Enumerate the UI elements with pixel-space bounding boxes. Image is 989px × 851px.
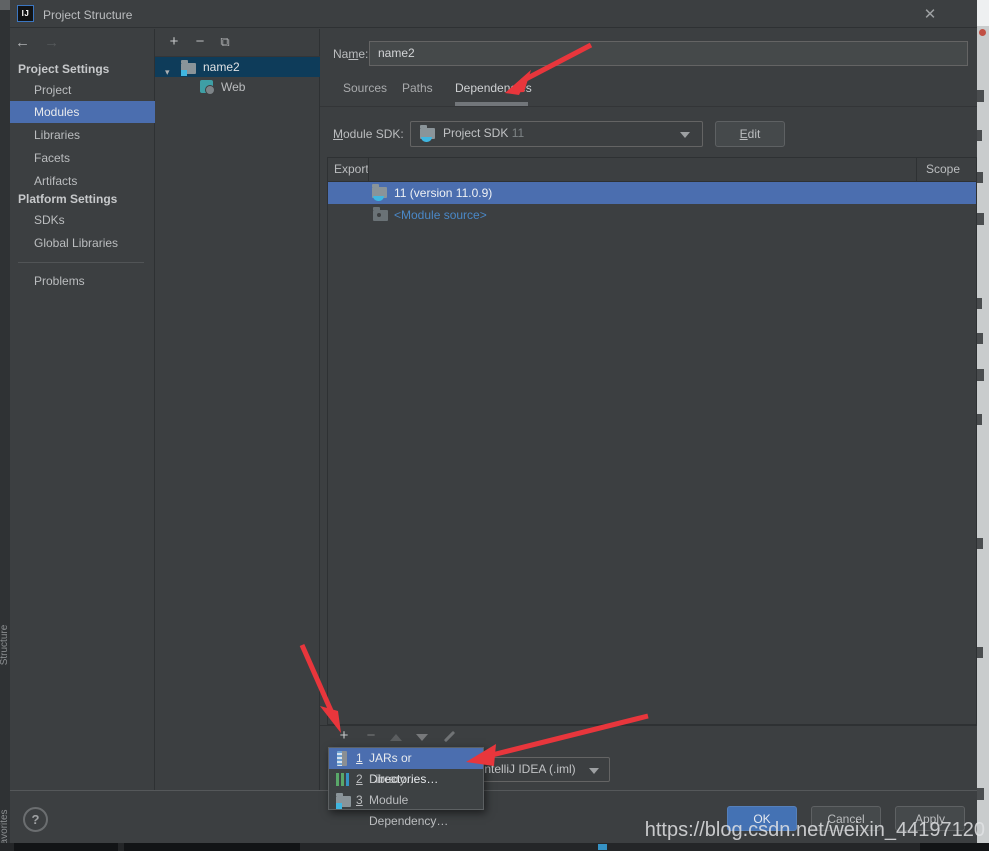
- dependencies-table: Export Scope 11 (version 11.0.9) <Module…: [327, 157, 977, 725]
- sidebar-item-problems[interactable]: Problems: [10, 270, 155, 292]
- add-dependency-icon[interactable]: +: [335, 727, 353, 745]
- clipped-text-fragment: [977, 298, 982, 309]
- module-folder-icon: [336, 796, 351, 807]
- intellij-logo-icon: IJ: [17, 5, 34, 22]
- menu-item-jars-or-directories[interactable]: 1 JARs or Directories…: [329, 748, 483, 769]
- sdk-icon: [372, 187, 387, 198]
- column-header-export[interactable]: Export: [334, 158, 369, 181]
- sidebar-item-facets[interactable]: Facets: [10, 147, 155, 169]
- sidebar-item-global-libraries[interactable]: Global Libraries: [10, 232, 155, 254]
- column-divider[interactable]: [916, 158, 917, 181]
- clipped-text-fragment: [977, 414, 982, 425]
- sidebar-item-project[interactable]: Project: [10, 79, 155, 101]
- tool-window-favorites-label[interactable]: Favorites: [0, 790, 10, 851]
- tabs-divider: [320, 106, 977, 107]
- settings-sidebar: ← → Project Settings Project Modules Lib…: [10, 29, 155, 790]
- section-header-project-settings: Project Settings: [18, 62, 109, 76]
- move-up-icon[interactable]: [390, 734, 402, 741]
- remove-module-icon[interactable]: −: [191, 33, 209, 51]
- tab-sources[interactable]: Sources: [343, 81, 387, 95]
- dialog-title: Project Structure: [43, 8, 132, 22]
- ide-corner: [0, 0, 10, 10]
- module-sdk-label: Module SDK:: [333, 127, 404, 141]
- copy-module-icon[interactable]: ⧉: [216, 33, 234, 51]
- tree-child-label: Web: [221, 77, 245, 97]
- table-row-module-source[interactable]: <Module source>: [328, 204, 976, 226]
- web-facet-icon: [200, 80, 213, 93]
- sdk-icon: [420, 128, 435, 139]
- forward-icon: →: [44, 34, 59, 51]
- clipped-text-fragment: [977, 90, 984, 102]
- tree-row-name2[interactable]: ▾ name2: [155, 57, 320, 77]
- clipped-text-fragment: [977, 333, 983, 344]
- chevron-down-icon: [589, 768, 599, 774]
- help-button[interactable]: ?: [23, 807, 48, 832]
- name-input[interactable]: name2: [369, 41, 968, 66]
- clipped-text-fragment: [977, 788, 984, 800]
- tree-toolbar: + − ⧉: [155, 29, 320, 57]
- dependencies-toolbar: + −: [320, 725, 977, 748]
- column-divider[interactable]: [368, 158, 369, 181]
- storage-format-select[interactable]: IntelliJ IDEA (.iml): [470, 757, 610, 782]
- clipped-red-icon: [979, 29, 986, 36]
- clipped-status-icon: [598, 844, 607, 850]
- module-sdk-select[interactable]: Project SDK 11: [410, 121, 703, 147]
- folder-icon: [373, 210, 388, 221]
- back-icon[interactable]: ←: [15, 34, 30, 51]
- column-header-scope[interactable]: Scope: [926, 158, 960, 181]
- sidebar-item-artifacts[interactable]: Artifacts: [10, 170, 155, 192]
- remove-dependency-icon[interactable]: −: [362, 727, 380, 745]
- section-header-platform-settings: Platform Settings: [18, 192, 117, 206]
- ide-status-strip: [0, 843, 989, 851]
- edit-pencil-icon[interactable]: [444, 731, 455, 742]
- clipped-text-fragment: [977, 538, 983, 549]
- name-label: Name:: [333, 47, 368, 61]
- chevron-down-icon: [680, 132, 690, 138]
- ide-left-strip: Structure Favorites: [0, 0, 10, 851]
- move-down-icon[interactable]: [416, 734, 428, 741]
- library-icon: [336, 773, 350, 786]
- tree-root-label: name2: [203, 57, 240, 77]
- table-row-sdk[interactable]: 11 (version 11.0.9): [328, 182, 976, 204]
- footer-divider: [10, 790, 977, 791]
- sidebar-item-sdks[interactable]: SDKs: [10, 209, 155, 231]
- menu-item-module-dependency[interactable]: 3 Module Dependency…: [329, 790, 483, 811]
- clipped-text-fragment: [977, 130, 982, 141]
- title-bar: IJ Project Structure ✕: [10, 0, 977, 28]
- tree-row-web[interactable]: Web: [155, 77, 320, 97]
- clipped-text-fragment: [977, 369, 984, 381]
- project-structure-dialog: IJ Project Structure ✕ ← → Project Setti…: [10, 0, 977, 843]
- background-window-edge: [977, 0, 989, 843]
- sidebar-item-modules[interactable]: Modules: [10, 101, 155, 123]
- close-icon[interactable]: ✕: [920, 5, 940, 25]
- clipped-ui-fragment: [977, 0, 989, 26]
- screen: Structure Favorites IJ Project Structure…: [0, 0, 989, 851]
- tab-dependencies[interactable]: Dependencies: [455, 81, 532, 95]
- tool-window-structure-label[interactable]: Structure: [0, 605, 10, 685]
- watermark: https://blog.csdn.net/weixin_44197120: [645, 819, 985, 842]
- sidebar-divider: [18, 262, 144, 263]
- clipped-text-fragment: [977, 647, 983, 658]
- module-folder-icon: [181, 63, 196, 74]
- dependencies-pane: Name: name2 Sources Paths Dependencies M…: [320, 29, 977, 790]
- menu-item-library[interactable]: 2 Library…: [329, 769, 483, 790]
- tab-paths[interactable]: Paths: [402, 81, 433, 95]
- clipped-text-fragment: [977, 172, 983, 183]
- add-module-icon[interactable]: +: [165, 33, 183, 51]
- edit-button[interactable]: Edit: [715, 121, 785, 147]
- module-tree-panel: + − ⧉ ▾ name2 Web: [155, 29, 320, 790]
- add-dependency-menu: 1 JARs or Directories… 2 Library… 3 Modu…: [328, 747, 484, 810]
- sidebar-item-libraries[interactable]: Libraries: [10, 124, 155, 146]
- clipped-text-fragment: [977, 213, 984, 225]
- jar-icon: [337, 751, 347, 766]
